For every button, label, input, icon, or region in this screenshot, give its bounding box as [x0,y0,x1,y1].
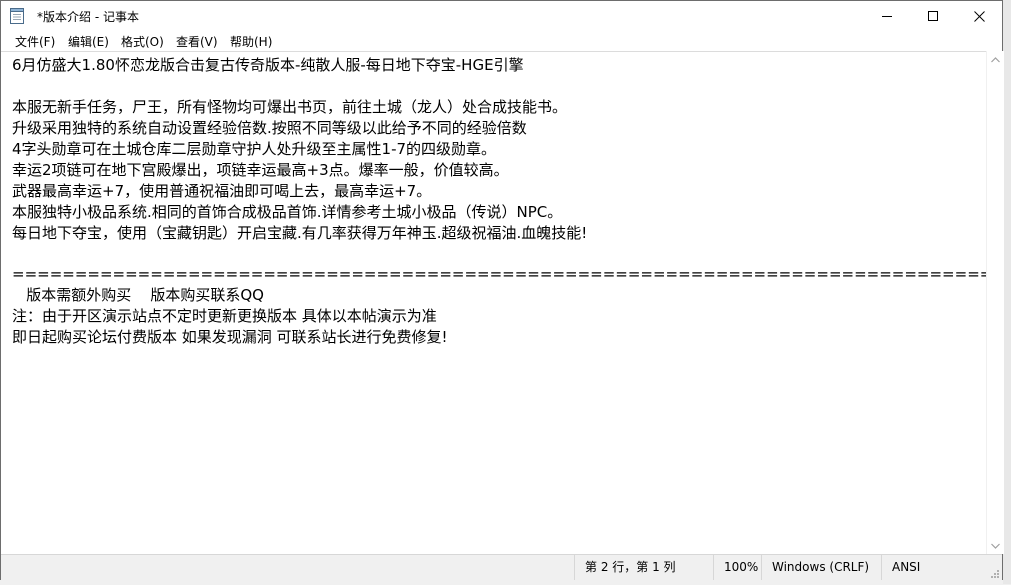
encoding: ANSI [881,555,986,580]
maximize-icon [928,11,938,21]
resize-grip-icon[interactable] [988,566,1000,578]
text-line[interactable]: 注：由于开区演示站点不定时更新更换版本 具体以本帖演示为准 [12,306,986,327]
text-editor[interactable]: 6月仿盛大1.80怀恋龙版合击复古传奇版本-纯散人服-每日地下夺宝-HGE引擎 … [1,51,986,555]
scroll-up-button[interactable] [987,51,1004,68]
menu-bar: 文件(F) 编辑(E) 格式(O) 查看(V) 帮助(H) [1,31,1002,51]
scroll-up-arrow-icon [991,56,1000,62]
notepad-icon [10,8,24,24]
minimize-icon [882,16,892,17]
menu-edit[interactable]: 编辑(E) [68,33,109,50]
close-icon [973,10,985,22]
menu-view[interactable]: 查看(V) [176,33,218,50]
text-line[interactable]: 每日地下夺宝，使用（宝藏钥匙）开启宝藏.有几率获得万年神玉.超级祝福油.血魄技能… [12,223,986,244]
text-line[interactable]: 武器最高幸运+7，使用普通祝福油即可喝上去，最高幸运+7。 [12,181,986,202]
scroll-down-arrow-icon [991,543,1000,549]
text-line[interactable]: 升级采用独特的系统自动设置经验倍数.按照不同等级以此给予不同的经验倍数 [12,118,986,139]
text-line[interactable]: 幸运2项链可在地下宫殿爆出，项链幸运最高+3点。爆率一般，价值较高。 [12,160,986,181]
line-ending: Windows (CRLF) [761,555,881,580]
zoom-level: 100% [713,555,761,580]
text-line[interactable]: 4字头勋章可在土城仓库二层勋章守护人处升级至主属性1-7的四级勋章。 [12,139,986,160]
menu-help[interactable]: 帮助(H) [230,33,272,50]
desktop-background [1003,0,1011,584]
scroll-down-button[interactable] [987,537,1004,554]
text-line[interactable]: ========================================… [12,264,986,285]
close-button[interactable] [956,1,1002,31]
text-line[interactable]: 即日起购买论坛付费版本 如果发现漏洞 可联系站长进行免费修复! [12,327,986,348]
text-line[interactable] [12,243,986,264]
menu-file[interactable]: 文件(F) [15,33,55,50]
maximize-button[interactable] [910,1,956,31]
status-bar: 第 2 行，第 1 列 100% Windows (CRLF) ANSI [1,554,1002,580]
window-title: *版本介绍 - 记事本 [37,10,139,24]
menu-format[interactable]: 格式(O) [121,33,164,50]
text-line[interactable]: 本服独特小极品系统.相同的首饰合成极品首饰.详情参考土城小极品（传说）NPC。 [12,202,986,223]
title-bar[interactable]: *版本介绍 - 记事本 [1,1,1002,31]
minimize-button[interactable] [864,1,910,31]
text-line[interactable] [12,76,986,97]
document-text[interactable]: 6月仿盛大1.80怀恋龙版合击复古传奇版本-纯散人服-每日地下夺宝-HGE引擎 … [12,55,986,348]
text-line[interactable]: 6月仿盛大1.80怀恋龙版合击复古传奇版本-纯散人服-每日地下夺宝-HGE引擎 [12,55,986,76]
vertical-scrollbar[interactable] [986,51,1004,554]
text-line[interactable]: 本服无新手任务，尸王，所有怪物均可爆出书页，前往土城（龙人）处合成技能书。 [12,97,986,118]
text-line[interactable]: 版本需额外购买 版本购买联系QQ [12,285,986,306]
notepad-window: *版本介绍 - 记事本 文件(F) 编辑(E) 格式(O) 查看(V) 帮助(H… [0,0,1004,580]
cursor-position: 第 2 行，第 1 列 [574,555,713,580]
